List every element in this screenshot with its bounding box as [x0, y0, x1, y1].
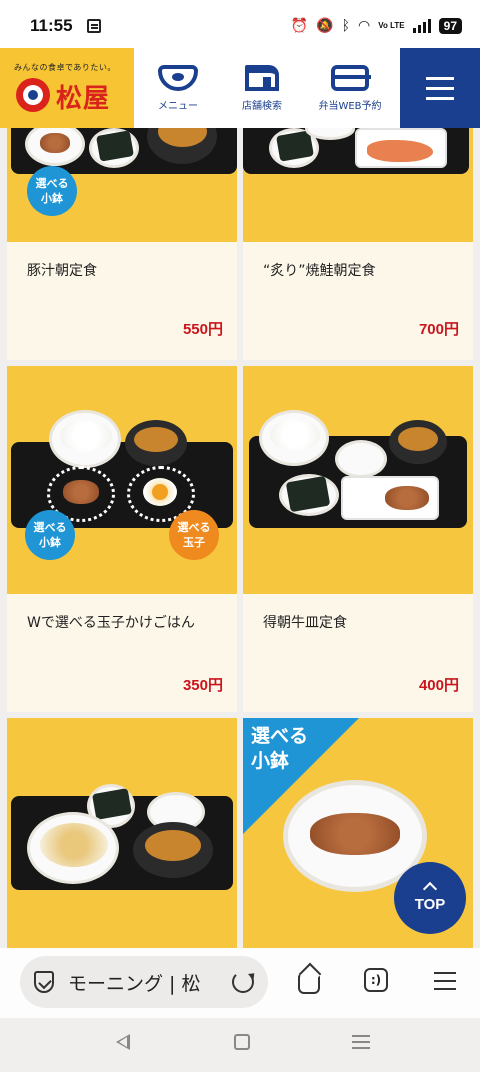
product-name: 豚汁朝定食 — [27, 263, 97, 279]
nav-bento-order-label: 弁当WEB予約 — [318, 101, 382, 112]
product-card[interactable]: 選べる 小鉢 豚汁朝定食 550円 — [7, 128, 237, 360]
product-card[interactable]: 選べる 小鉢 選べる 玉子 Wで選べる玉子かけごはん 350円 — [7, 366, 237, 712]
product-image — [243, 366, 473, 594]
address-bar-text[interactable]: モーニング | 松 — [68, 969, 218, 996]
choice-badge: 選べる 小鉢 — [27, 166, 77, 216]
nav-store-search[interactable]: 店舗検索 — [218, 48, 306, 128]
mute-icon: 🔕 — [316, 18, 334, 34]
site-header: みんなの食卓でありたい。 松屋 メニュー 店舗検索 弁当WEB予約 — [0, 48, 480, 128]
hamburger-menu-button[interactable] — [400, 48, 480, 128]
product-name: 得朝牛皿定食 — [263, 615, 347, 631]
shield-icon[interactable] — [34, 971, 54, 993]
status-bar: 11:55 ⏰ 🔕 ᛒ ◠ Vo LTE 97 — [0, 0, 480, 52]
choice-badge: 選べる 玉子 — [169, 510, 219, 560]
product-image — [243, 128, 473, 242]
more-menu-icon[interactable] — [434, 972, 462, 1000]
product-name: Wで選べる玉子かけごはん — [27, 615, 195, 631]
hamburger-icon — [426, 76, 454, 80]
nav-bento-order[interactable]: 弁当WEB予約 — [306, 48, 394, 128]
logo-tagline: みんなの食卓でありたい。 — [14, 63, 116, 72]
nav-menu-label: メニュー — [158, 101, 198, 112]
logo[interactable]: みんなの食卓でありたい。 松屋 — [0, 48, 134, 128]
status-time: 11:55 — [30, 16, 73, 35]
back-nav-icon[interactable] — [116, 1034, 130, 1050]
recents-nav-icon[interactable] — [352, 1035, 370, 1053]
product-price: 350円 — [182, 677, 223, 694]
product-card[interactable]: “炙り”焼鮭朝定食 700円 — [243, 128, 473, 360]
signal-icon — [412, 19, 431, 33]
notification-icon — [86, 19, 101, 33]
product-image: 選べる 小鉢 選べる 玉子 — [7, 366, 237, 594]
product-price: 700円 — [418, 321, 459, 338]
alarm-icon: ⏰ — [290, 18, 309, 34]
nav-store-search-label: 店舗検索 — [242, 101, 282, 112]
product-image — [7, 718, 237, 948]
product-price: 400円 — [418, 677, 459, 694]
home-icon[interactable] — [298, 974, 320, 994]
choice-ribbon-label: 選べる 小鉢 — [251, 725, 309, 772]
system-navigation-bar — [0, 1018, 480, 1072]
product-grid: 選べる 小鉢 豚汁朝定食 550円 “炙り”焼鮭朝定食 700円 選べる 小鉢 … — [0, 128, 480, 948]
home-nav-icon[interactable] — [234, 1034, 250, 1050]
back-to-top-button[interactable]: TOP — [394, 862, 466, 934]
logo-mark-icon — [16, 78, 50, 112]
store-icon — [245, 65, 279, 91]
logo-text: 松屋 — [56, 84, 111, 114]
wifi-icon: ◠ — [358, 18, 371, 34]
product-card[interactable] — [7, 718, 237, 948]
back-to-top-label: TOP — [414, 895, 446, 913]
product-name: “炙り”焼鮭朝定食 — [263, 263, 376, 279]
battery-indicator: 97 — [438, 18, 462, 34]
status-icons: ⏰ 🔕 ᛒ ◠ Vo LTE 97 — [291, 18, 462, 34]
address-bar[interactable]: モーニング | 松 — [20, 956, 268, 1008]
product-price: 550円 — [182, 321, 223, 338]
bento-box-icon — [331, 65, 371, 91]
volte-indicator: Vo LTE — [378, 21, 405, 30]
product-card[interactable]: 得朝牛皿定食 400円 — [243, 366, 473, 712]
reload-icon[interactable] — [232, 971, 254, 993]
nav-menu[interactable]: メニュー — [134, 48, 222, 128]
bluetooth-icon: ᛒ — [341, 18, 351, 34]
choice-badge: 選べる 小鉢 — [25, 510, 75, 560]
chevron-up-icon — [422, 881, 438, 896]
tabs-icon[interactable]: :) — [364, 968, 388, 992]
bowl-icon — [158, 65, 198, 91]
product-image: 選べる 小鉢 — [7, 128, 237, 242]
browser-toolbar: モーニング | 松 :) — [0, 948, 480, 1018]
